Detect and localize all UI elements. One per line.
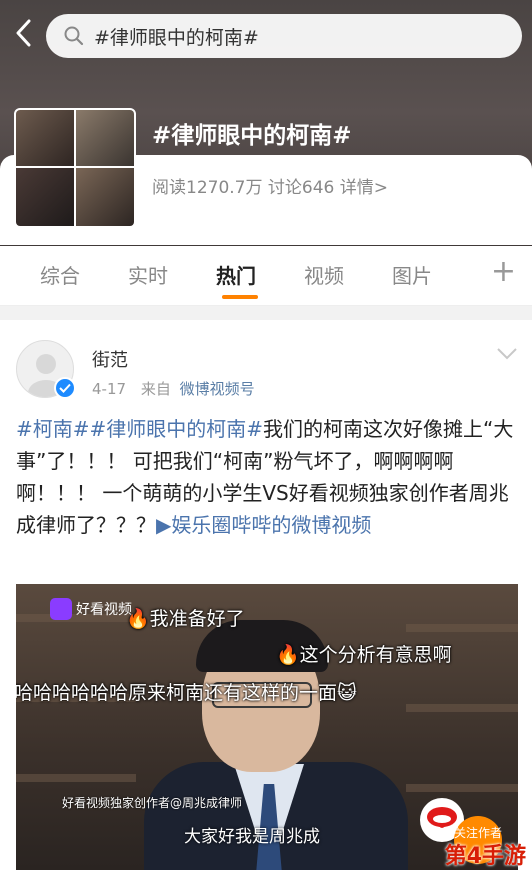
search-query: #律师眼中的柯南# (94, 26, 259, 49)
danmu-comment: 🔥我准备好了 (126, 608, 245, 630)
post-date: 4-17 (92, 380, 127, 398)
back-arrow-icon (16, 19, 31, 47)
tab-realtime[interactable]: 实时 (128, 260, 168, 289)
video-platform-logo: 好看视频 (50, 598, 132, 620)
topic-title: #律师眼中的柯南# (152, 123, 352, 149)
hashtag-link[interactable]: #柯南# (16, 417, 90, 441)
post-text: #柯南##律师眼中的柯南#我们的柯南这次好像摊上“大事”了！！！ 可把我们“柯南… (16, 413, 520, 541)
search-input[interactable]: #律师眼中的柯南# (46, 14, 522, 58)
video-link-icon[interactable]: ▶ (156, 513, 171, 537)
post-source[interactable]: 微博视频号 (180, 380, 255, 398)
tab-all[interactable]: 综合 (40, 260, 80, 289)
back-button[interactable] (8, 16, 38, 50)
video-player[interactable]: 好看视频 🔥我准备好了 🔥这个分析有意思啊 哈哈哈哈哈哈原来柯南还有这样的一面😺… (16, 584, 518, 870)
verified-badge-icon (54, 377, 76, 399)
search-icon (64, 26, 84, 46)
more-options-button[interactable] (496, 346, 518, 365)
hashtag-link[interactable]: #律师眼中的柯南# (90, 417, 264, 441)
topic-stats[interactable]: 阅读1270.7万 讨论646 详情> (152, 173, 388, 198)
active-tab-indicator (222, 295, 258, 299)
tab-video[interactable]: 视频 (304, 260, 344, 289)
chevron-down-icon (497, 348, 517, 360)
add-tab-icon[interactable]: + (491, 254, 516, 289)
video-credit: 好看视频独家创作者@周兆成律师 (62, 796, 243, 810)
topic-thumbnail[interactable] (14, 108, 136, 228)
tab-hot[interactable]: 热门 (216, 260, 256, 289)
author-name[interactable]: 街范 (92, 346, 128, 372)
video-subtitle: 大家好我是周兆成 (184, 827, 320, 847)
video-source-link[interactable]: 娱乐圈哔哔的微博视频 (171, 513, 371, 537)
danmu-comment: 哈哈哈哈哈哈原来柯南还有这样的一面😺 (16, 682, 357, 704)
section-divider (0, 306, 532, 320)
tab-images[interactable]: 图片 (392, 260, 432, 289)
post-card: 街范 4-17 来自 微博视频号 #柯南##律师眼中的柯南#我们的柯南这次好像摊… (0, 320, 532, 874)
site-watermark: 第4手游 (444, 844, 526, 869)
search-row: #律师眼中的柯南# (0, 8, 532, 58)
post-from-label: 来自 (140, 380, 171, 398)
post-meta: 4-17 来自 微博视频号 (92, 378, 255, 399)
tab-bar: 综合 实时 热门 视频 图片 + (0, 246, 532, 306)
danmu-comment: 🔥这个分析有意思啊 (276, 644, 452, 666)
